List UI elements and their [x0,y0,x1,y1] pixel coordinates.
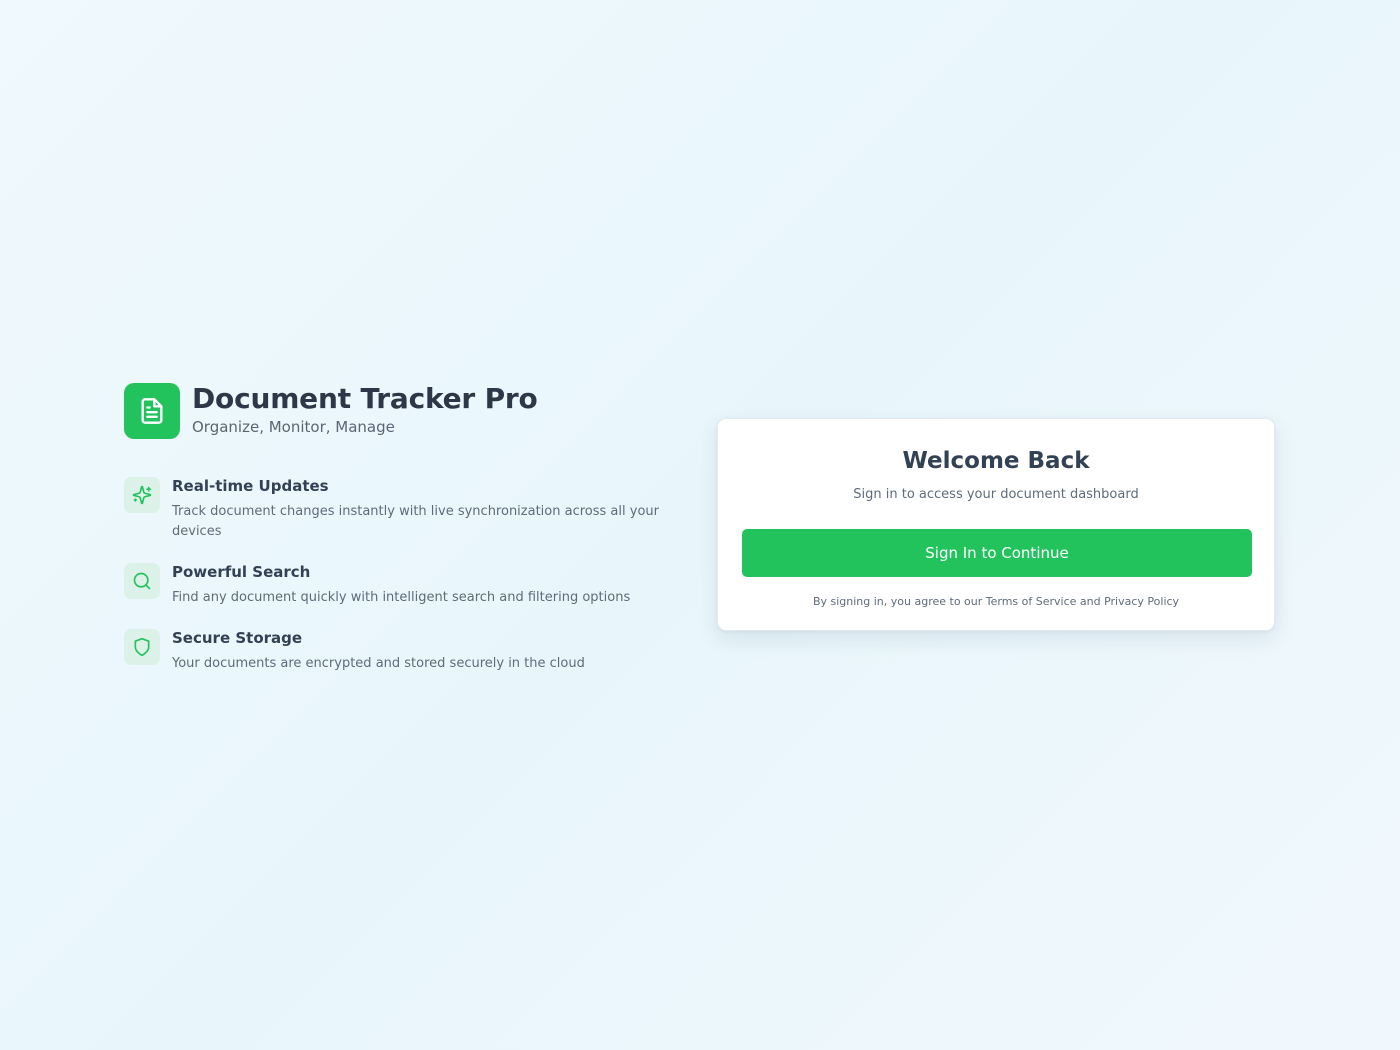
feature-body: Secure Storage Your documents are encryp… [172,628,662,674]
feature-icon-container [124,629,160,665]
feature-list: Real-time Updates Track document changes… [124,476,664,674]
feature-item-storage: Secure Storage Your documents are encryp… [124,628,664,674]
feature-icon-container [124,477,160,513]
shield-icon [134,637,150,657]
login-title: Welcome Back [902,448,1090,474]
brand-header: Document Tracker Pro Organize, Monitor, … [124,383,664,439]
document-icon [141,398,163,424]
search-icon [133,572,151,590]
feature-description: Find any document quickly with intellige… [172,590,631,605]
app-tagline: Organize, Monitor, Manage [192,418,395,436]
feature-description: Your documents are encrypted and stored … [172,656,585,671]
feature-icon-container [124,563,160,599]
feature-title: Powerful Search [172,563,311,581]
terms-notice: By signing in, you agree to our Terms of… [812,595,1180,608]
feature-title: Secure Storage [172,629,303,647]
app-logo [124,383,180,439]
feature-title: Real-time Updates [172,477,329,495]
branding-panel: Document Tracker Pro Organize, Monitor, … [124,383,664,674]
sign-in-button[interactable]: Sign In to Continue [742,529,1252,577]
brand-text: Document Tracker Pro Organize, Monitor, … [192,383,538,438]
sparkles-icon [132,485,152,505]
feature-description: Track document changes instantly with li… [172,504,659,539]
feature-item-realtime: Real-time Updates Track document changes… [124,476,664,542]
feature-item-search: Powerful Search Find any document quickl… [124,562,664,608]
login-subtitle: Sign in to access your document dashboar… [853,487,1139,502]
app-title: Document Tracker Pro [192,382,538,415]
feature-body: Powerful Search Find any document quickl… [172,562,662,608]
login-card: Welcome Back Sign in to access your docu… [717,418,1275,631]
feature-body: Real-time Updates Track document changes… [172,476,662,542]
